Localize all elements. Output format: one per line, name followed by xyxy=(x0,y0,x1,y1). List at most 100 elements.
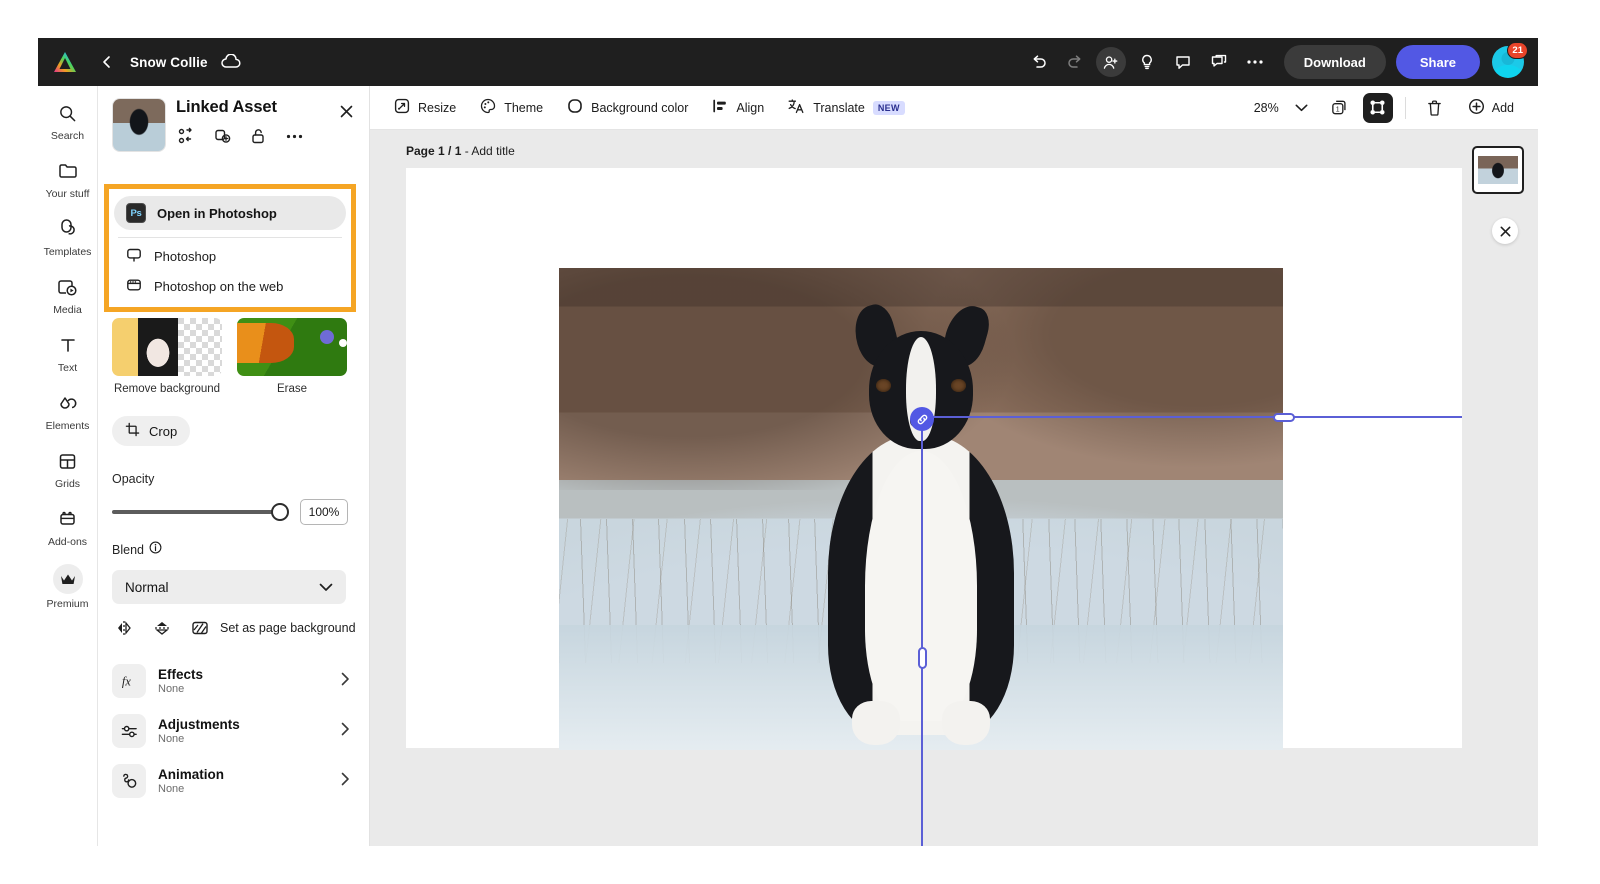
sidebar-item-your-stuff[interactable]: Your stuff xyxy=(39,158,97,200)
user-avatar[interactable]: 21 xyxy=(1492,42,1528,78)
erase-thumbnail xyxy=(237,318,347,376)
opacity-slider[interactable] xyxy=(112,503,289,521)
flip-horizontal-icon[interactable] xyxy=(114,618,134,638)
info-icon[interactable] xyxy=(149,541,162,559)
redo-button[interactable] xyxy=(1060,47,1090,77)
sidebar-item-label: Premium xyxy=(46,598,89,610)
more-horizontal-icon[interactable] xyxy=(284,126,304,146)
set-page-background-icon[interactable] xyxy=(190,618,210,638)
chat-bubbles-button[interactable] xyxy=(1204,47,1234,77)
folder-icon xyxy=(58,158,78,184)
asset-thumbnail[interactable] xyxy=(112,98,166,152)
duplicate-asset-icon[interactable] xyxy=(212,126,232,146)
sidebar-item-templates[interactable]: Templates xyxy=(39,216,97,258)
sidebar-item-label: Templates xyxy=(43,246,92,258)
opacity-slider-row: 100% xyxy=(112,499,356,525)
flip-vertical-icon[interactable] xyxy=(152,618,172,638)
canvas-area[interactable]: Page 1 / 1 - Add title xyxy=(370,130,1538,846)
dropdown-item-label: Photoshop on the web xyxy=(154,278,284,294)
property-rows: fx Effects None Adjustments None Animati… xyxy=(112,658,356,808)
desktop-app-icon xyxy=(126,247,142,266)
dropdown-item-photoshop-on-the-web[interactable]: Photoshop on the web xyxy=(114,271,346,301)
panel-close-button[interactable] xyxy=(335,100,357,122)
add-button[interactable]: Add xyxy=(1458,93,1524,123)
more-options-button[interactable] xyxy=(1240,47,1270,77)
quick-actions-row: Remove background Erase xyxy=(112,318,347,395)
set-page-background-label[interactable]: Set as page background xyxy=(220,621,356,635)
delete-button[interactable] xyxy=(1420,93,1450,123)
blend-section: Blend Normal xyxy=(112,541,356,604)
effects-row[interactable]: fx Effects None xyxy=(112,658,356,704)
svg-text:1: 1 xyxy=(1336,107,1340,114)
animation-icon xyxy=(112,764,146,798)
theme-button[interactable]: Theme xyxy=(470,93,553,123)
download-button[interactable]: Download xyxy=(1283,45,1386,79)
blend-label: Blend xyxy=(112,543,144,557)
crop-button[interactable]: Crop xyxy=(112,416,191,446)
adjustments-row[interactable]: Adjustments None xyxy=(112,708,356,754)
page-count-icon[interactable]: 1 xyxy=(1325,93,1355,123)
document-title[interactable]: Snow Collie xyxy=(130,55,208,70)
add-label: Add xyxy=(1491,100,1514,115)
align-button[interactable]: Align xyxy=(702,93,774,123)
plus-circle-icon xyxy=(1468,98,1485,118)
animation-row[interactable]: Animation None xyxy=(112,758,356,804)
sidebar-item-elements[interactable]: Elements xyxy=(39,390,97,432)
adobe-express-logo-icon[interactable] xyxy=(48,47,82,77)
row-title: Animation xyxy=(158,767,224,782)
sidebar-item-label: Elements xyxy=(45,420,90,432)
notification-badge[interactable]: 21 xyxy=(1507,42,1528,59)
background-color-button[interactable]: Background color xyxy=(557,93,698,123)
body-region: Search Your stuff Templates Media Text E… xyxy=(38,86,1538,846)
opacity-value-input[interactable]: 100% xyxy=(300,499,348,525)
new-badge: NEW xyxy=(872,100,905,115)
replace-asset-icon[interactable] xyxy=(176,126,196,146)
back-button[interactable] xyxy=(94,49,120,75)
toolbar-label: Background color xyxy=(591,100,689,115)
quick-action-remove-background[interactable]: Remove background xyxy=(112,318,222,395)
page-title-label[interactable]: Page 1 / 1 - Add title xyxy=(406,144,515,158)
dog-photo-image[interactable] xyxy=(559,268,1283,750)
zoom-dropdown-chevron-down-icon[interactable] xyxy=(1287,93,1317,123)
sidebar-item-premium[interactable]: Premium xyxy=(39,564,97,610)
chevron-right-icon xyxy=(341,772,356,791)
open-in-photoshop-button[interactable]: Ps Open in Photoshop xyxy=(114,196,346,230)
dropdown-divider xyxy=(118,237,342,238)
toolbar-divider xyxy=(1404,96,1406,119)
link-icon[interactable] xyxy=(910,407,934,431)
unlock-icon[interactable] xyxy=(248,126,268,146)
toolbar-label: Resize xyxy=(418,100,457,115)
dog-eye-left xyxy=(876,378,891,392)
toolbar-label: Align xyxy=(736,100,765,115)
sidebar-item-search[interactable]: Search xyxy=(39,100,97,142)
sidebar-item-add-ons[interactable]: Add-ons xyxy=(39,506,97,548)
sidebar-item-text[interactable]: Text xyxy=(39,332,97,374)
page-canvas[interactable] xyxy=(406,168,1466,750)
page-strip-close-button[interactable] xyxy=(1492,218,1518,244)
chevron-down-icon xyxy=(319,580,333,595)
translate-icon xyxy=(788,98,805,117)
blend-mode-select[interactable]: Normal xyxy=(112,570,346,604)
ideas-lightbulb-button[interactable] xyxy=(1132,47,1162,77)
page-thumbnail-1[interactable] xyxy=(1472,146,1524,194)
sidebar-item-media[interactable]: Media xyxy=(39,274,97,316)
undo-button[interactable] xyxy=(1024,47,1054,77)
add-title-link[interactable]: - Add title xyxy=(461,144,515,158)
invite-collaborator-button[interactable] xyxy=(1095,47,1126,77)
dropdown-item-photoshop[interactable]: Photoshop xyxy=(114,241,346,271)
quick-action-label: Erase xyxy=(276,383,308,395)
dog-paw-right xyxy=(942,700,990,745)
app-window: Snow Collie Download Share 21 Search You… xyxy=(38,38,1538,846)
comment-button[interactable] xyxy=(1168,47,1198,77)
quick-action-erase[interactable]: Erase xyxy=(237,318,347,395)
translate-button[interactable]: Translate NEW xyxy=(778,93,915,123)
palette-icon xyxy=(480,98,496,117)
sidebar-item-grids[interactable]: Grids xyxy=(39,448,97,490)
grid-view-icon[interactable] xyxy=(1362,92,1393,123)
browser-window-icon xyxy=(126,277,142,296)
zoom-level-value[interactable]: 28% xyxy=(1254,101,1279,115)
opacity-slider-knob[interactable] xyxy=(271,503,289,521)
share-button[interactable]: Share xyxy=(1395,45,1480,79)
resize-button[interactable]: Resize xyxy=(384,93,466,123)
opacity-label: Opacity xyxy=(112,472,155,486)
